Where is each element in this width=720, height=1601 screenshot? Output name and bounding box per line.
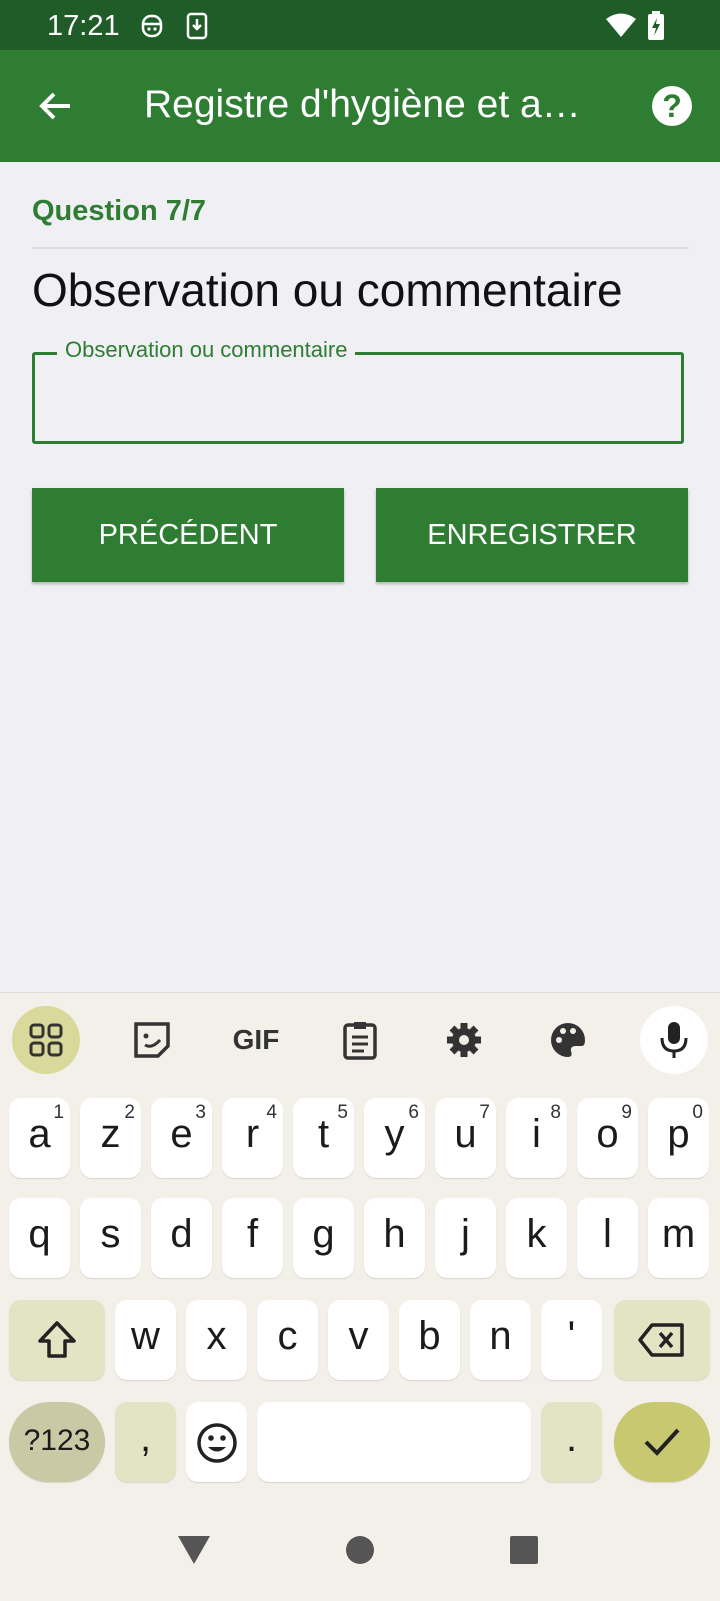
observation-input[interactable]	[49, 379, 673, 429]
key-v[interactable]: v	[328, 1300, 389, 1380]
key-e[interactable]: e3	[151, 1098, 212, 1178]
key-z[interactable]: z2	[80, 1098, 141, 1178]
key-i[interactable]: i8	[506, 1098, 567, 1178]
help-icon: ?	[662, 88, 682, 124]
space-key[interactable]	[257, 1402, 531, 1482]
nav-recents-icon[interactable]	[508, 1534, 540, 1566]
comma-key[interactable]: ,	[115, 1402, 176, 1482]
apps-grid-icon	[29, 1023, 63, 1057]
download-icon	[186, 12, 208, 45]
app-title: Registre d'hygiène et a…	[144, 83, 581, 126]
question-title: Observation ou commentaire	[32, 264, 623, 316]
key-l[interactable]: l	[577, 1198, 638, 1278]
key-f[interactable]: f	[222, 1198, 283, 1278]
key-y[interactable]: y6	[364, 1098, 425, 1178]
backspace-key[interactable]	[614, 1300, 710, 1380]
key-t[interactable]: t5	[293, 1098, 354, 1178]
key-x[interactable]: x	[186, 1300, 247, 1380]
key-apostrophe[interactable]: '	[541, 1300, 602, 1380]
symbols-key[interactable]: ?123	[9, 1402, 105, 1482]
navigation-bar	[0, 1500, 720, 1600]
gif-button[interactable]: GIF	[222, 1006, 290, 1074]
key-d[interactable]: d	[151, 1198, 212, 1278]
voice-input-button[interactable]	[640, 1006, 708, 1074]
palette-icon	[550, 1023, 585, 1057]
emoji-icon	[197, 1423, 237, 1463]
key-p[interactable]: p0	[648, 1098, 709, 1178]
save-button[interactable]: ENREGISTRER	[376, 488, 688, 582]
battery-charging-icon	[646, 11, 666, 46]
key-g[interactable]: g	[293, 1198, 354, 1278]
key-b[interactable]: b	[399, 1300, 460, 1380]
settings-button[interactable]	[430, 1006, 498, 1074]
key-o[interactable]: o9	[577, 1098, 638, 1178]
wifi-icon	[605, 12, 637, 43]
key-m[interactable]: m	[648, 1198, 709, 1278]
mic-icon	[660, 1022, 688, 1058]
key-a[interactable]: a1	[9, 1098, 70, 1178]
observation-field[interactable]: Observation ou commentaire	[32, 337, 684, 444]
key-j[interactable]: j	[435, 1198, 496, 1278]
key-n[interactable]: n	[470, 1300, 531, 1380]
previous-button[interactable]: PRÉCÉDENT	[32, 488, 344, 582]
gear-icon	[447, 1023, 481, 1057]
help-button[interactable]: ?	[652, 86, 692, 126]
shift-key[interactable]	[9, 1300, 105, 1380]
emoji-key[interactable]	[186, 1402, 247, 1482]
theme-button[interactable]	[534, 1006, 602, 1074]
clipboard-button[interactable]	[326, 1006, 394, 1074]
status-time: 17:21	[47, 10, 120, 42]
checkmark-icon	[644, 1428, 680, 1456]
clipboard-icon	[343, 1022, 377, 1060]
key-u[interactable]: u7	[435, 1098, 496, 1178]
arrow-back-icon	[39, 92, 70, 120]
backspace-icon	[638, 1323, 684, 1357]
key-r[interactable]: r4	[222, 1098, 283, 1178]
key-w[interactable]: w	[115, 1300, 176, 1380]
nav-back-icon[interactable]	[176, 1534, 212, 1566]
gif-icon: GIF	[232, 1024, 280, 1055]
keyboard-apps-button[interactable]	[12, 1006, 80, 1074]
key-h[interactable]: h	[364, 1198, 425, 1278]
app-bar: Registre d'hygiène et a… ?	[0, 50, 720, 162]
enter-key[interactable]	[614, 1402, 710, 1482]
sticker-button[interactable]	[118, 1006, 186, 1074]
shift-icon	[38, 1321, 76, 1358]
key-c[interactable]: c	[257, 1300, 318, 1380]
key-k[interactable]: k	[506, 1198, 567, 1278]
nav-home-icon[interactable]	[344, 1534, 376, 1566]
back-button[interactable]	[34, 84, 78, 128]
key-s[interactable]: s	[80, 1198, 141, 1278]
divider	[32, 247, 689, 249]
observation-field-label: Observation ou commentaire	[57, 337, 356, 363]
key-q[interactable]: q	[9, 1198, 70, 1278]
question-counter: Question 7/7	[32, 195, 207, 227]
period-key[interactable]: .	[541, 1402, 602, 1482]
sticker-icon	[134, 1022, 170, 1058]
face-icon	[140, 12, 164, 45]
status-bar: 17:21	[0, 0, 720, 50]
